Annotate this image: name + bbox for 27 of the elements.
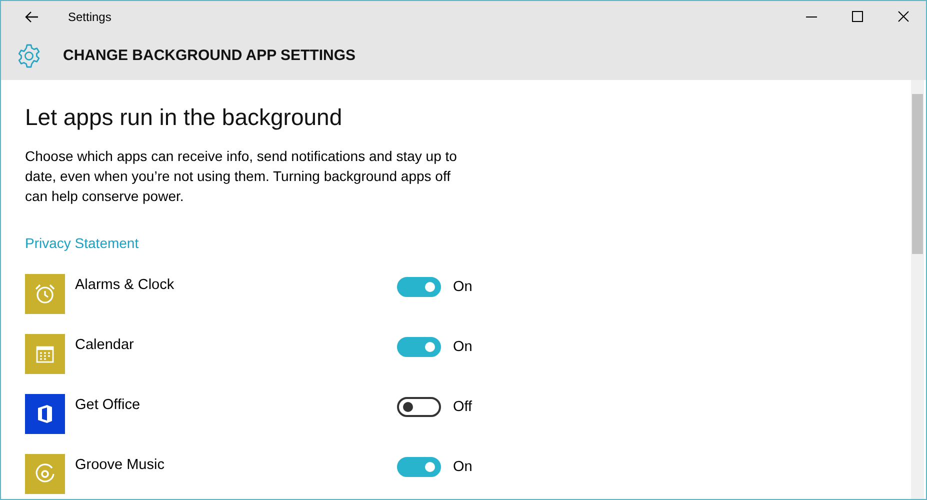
app-name: Alarms & Clock — [75, 276, 176, 295]
alarm-clock-icon — [34, 282, 56, 305]
section-heading: Let apps run in the background — [25, 104, 344, 132]
description-text: Choose which apps can receive info, send notifications and stay up to date, even when you’re not using them. Turning background apps off can help conserve power. — [25, 146, 458, 206]
settings-icon — [17, 44, 41, 68]
calendar-icon — [35, 344, 55, 364]
app-name: Get Office — [75, 396, 142, 415]
toggle-switch[interactable] — [397, 396, 441, 417]
minimize-icon — [806, 16, 816, 18]
scrollbar[interactable] — [911, 80, 924, 499]
toggle-state-label: On — [453, 458, 472, 477]
privacy-link[interactable]: Privacy Statement — [25, 232, 139, 254]
window-title: Settings — [68, 8, 112, 26]
toggle-switch[interactable] — [397, 276, 441, 297]
app-name: Groove Music — [75, 456, 166, 475]
app-name: Calendar — [75, 336, 135, 355]
toggle-switch[interactable] — [397, 336, 441, 357]
back-arrow-icon — [25, 10, 39, 22]
close-icon — [898, 11, 908, 22]
toggle-state-label: On — [453, 278, 472, 297]
page-header: CHANGE BACKGROUND APP SETTINGS — [63, 46, 356, 66]
office-icon — [36, 404, 54, 424]
toggle-switch[interactable] — [397, 456, 441, 477]
music-disc-icon — [34, 462, 56, 485]
toggle-state-label: On — [453, 338, 472, 357]
toggle-state-label: Off — [453, 398, 472, 417]
maximize-icon — [852, 11, 862, 22]
